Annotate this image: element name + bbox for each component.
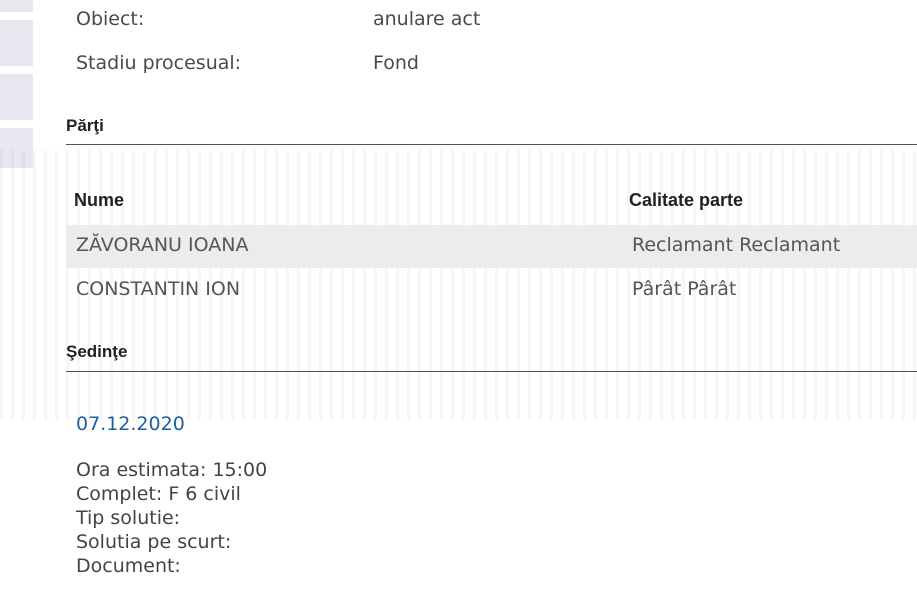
party-name: ZĂVORANU IOANA xyxy=(76,234,249,256)
hearing-date-link[interactable]: 07.12.2020 xyxy=(76,413,185,435)
sidebar-item[interactable] xyxy=(0,128,33,168)
obiect-value: anulare act xyxy=(373,8,481,30)
table-row: CONSTANTIN ION Pârât Pârât xyxy=(66,269,917,312)
obiect-label: Obiect: xyxy=(76,8,145,30)
party-role: Pârât Pârât xyxy=(632,278,737,300)
sidebar-item[interactable] xyxy=(0,20,33,66)
hearing-time: Ora estimata: 15:00 xyxy=(76,459,268,481)
sedinte-title: Şedinţe xyxy=(66,342,128,361)
section-divider xyxy=(66,371,917,372)
hearing-document: Document: xyxy=(76,555,181,577)
hearing-panel: Complet: F 6 civil xyxy=(76,483,241,505)
hearing-solution-summary: Solutia pe scurt: xyxy=(76,531,232,553)
party-role: Reclamant Reclamant xyxy=(632,234,841,256)
col-header-nume: Nume xyxy=(74,190,125,210)
stadiu-label: Stadiu procesual: xyxy=(76,52,242,74)
party-name: CONSTANTIN ION xyxy=(76,278,241,300)
sidebar-item[interactable] xyxy=(0,74,33,120)
sidebar-item[interactable] xyxy=(0,0,33,12)
col-header-calitate: Calitate parte xyxy=(629,190,744,210)
parti-title: Părţi xyxy=(66,116,104,135)
section-divider xyxy=(66,144,917,145)
hearing-solution-type: Tip solutie: xyxy=(76,507,181,529)
left-sidebar xyxy=(0,0,33,597)
stadiu-value: Fond xyxy=(373,52,419,74)
table-row: ZĂVORANU IOANA Reclamant Reclamant xyxy=(66,225,917,268)
